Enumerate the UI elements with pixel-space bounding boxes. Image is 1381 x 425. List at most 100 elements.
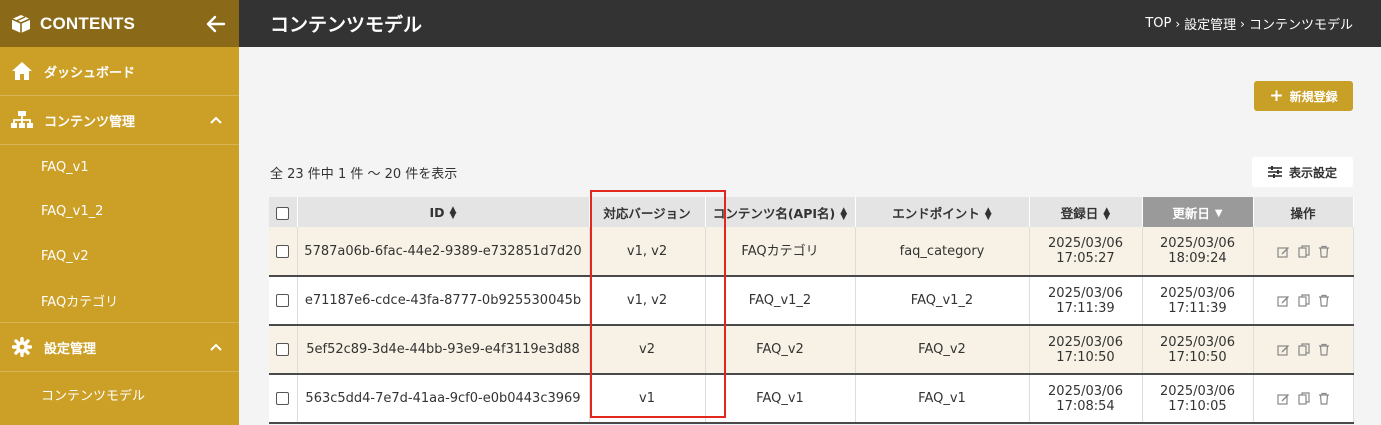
copy-icon[interactable] (1297, 294, 1310, 307)
sort-icon: ▲ ▼ (449, 205, 457, 221)
cell-created: 2025/03/06 17:08:54 (1029, 374, 1143, 424)
sidebar-item-settings[interactable]: 設定管理 (0, 323, 239, 372)
updated-time: 17:10:50 (1168, 349, 1227, 365)
table-row[interactable]: 5787a06b-6fac-44e2-9389-e732851d7d20 v1, … (269, 227, 1354, 277)
copy-icon[interactable] (1297, 244, 1310, 258)
copy-icon[interactable] (1297, 392, 1310, 405)
sidebar-header: CONTENTS (0, 0, 239, 47)
row-actions (1254, 244, 1353, 258)
cell-name: FAQ_v1_2 (705, 276, 856, 326)
row-select-cell (269, 325, 298, 375)
cell-id: e71187e6-cdce-43fa-8777-0b925530045b (297, 276, 590, 326)
cell-version: v1, v2 (589, 276, 706, 326)
updated-date: 2025/03/06 (1160, 236, 1235, 251)
column-header-name[interactable]: コンテンツ名(API名) ▲ ▼ (705, 197, 856, 227)
column-header-actions: 操作 (1253, 197, 1354, 227)
table-row[interactable]: e71187e6-cdce-43fa-8777-0b925530045b v1, … (269, 276, 1354, 326)
created-date: 2025/03/06 (1048, 334, 1123, 350)
created-time: 17:05:27 (1056, 251, 1115, 266)
cell-updated: 2025/03/06 18:09:24 (1142, 227, 1254, 277)
cell-name: FAQ_v2 (705, 325, 856, 375)
cell-created: 2025/03/06 17:11:39 (1029, 276, 1143, 326)
sidebar-item-faq-v1[interactable]: FAQ_v1 (0, 145, 239, 190)
trash-icon[interactable] (1318, 294, 1330, 307)
sort-icon: ▲ ▼ (1103, 206, 1111, 222)
sidebar-item-content-model[interactable]: コンテンツモデル (0, 372, 239, 417)
trash-icon[interactable] (1318, 392, 1330, 405)
row-checkbox[interactable] (276, 343, 290, 356)
column-header-created[interactable]: 登録日 ▲ ▼ (1029, 197, 1143, 227)
content-model-table: ID ▲ ▼ 対応バージョン コンテンツ名(API名) ▲ ▼ エンドポイント ▲ ▼ 登録… (269, 197, 1354, 424)
updated-time: 18:09:24 (1168, 251, 1227, 266)
sliders-icon (1267, 166, 1282, 178)
trash-icon[interactable] (1318, 343, 1330, 356)
gear-icon (10, 336, 34, 358)
cell-created: 2025/03/06 17:10:50 (1029, 325, 1143, 375)
breadcrumb: TOP › 設定管理 › コンテンツモデル (1145, 14, 1353, 33)
cell-updated: 2025/03/06 17:10:50 (1142, 325, 1254, 375)
updated-date: 2025/03/06 (1160, 334, 1235, 350)
app-title: CONTENTS (40, 13, 136, 33)
chevron-up-icon[interactable] (209, 113, 223, 127)
table-row[interactable]: 563c5dd4-7e7d-41aa-9cf0-e0b0443c3969 v1 FA… (269, 374, 1354, 424)
breadcrumb-top[interactable]: TOP (1145, 16, 1171, 31)
edit-icon[interactable] (1276, 392, 1290, 405)
edit-icon[interactable] (1276, 343, 1290, 356)
sidebar-item-dashboard[interactable]: ダッシュボード (0, 47, 239, 96)
cell-actions (1253, 325, 1354, 375)
created-time: 17:08:54 (1056, 398, 1115, 414)
breadcrumb-separator: › (1175, 16, 1181, 31)
row-checkbox[interactable] (276, 392, 290, 405)
cell-endpoint: FAQ_v1 (855, 374, 1030, 424)
column-label: 操作 (1290, 205, 1316, 221)
new-register-button[interactable]: + 新規登録 (1254, 81, 1353, 111)
row-checkbox[interactable] (276, 244, 290, 258)
home-icon (10, 60, 34, 82)
header-bar: コンテンツモデル TOP › 設定管理 › コンテンツモデル (239, 0, 1381, 47)
trash-icon[interactable] (1318, 245, 1330, 258)
display-settings-label: 表示設定 (1288, 165, 1337, 180)
chevron-up-icon[interactable] (209, 340, 223, 354)
edit-icon[interactable] (1276, 294, 1290, 307)
column-header-endpoint[interactable]: エンドポイント ▲ ▼ (855, 197, 1030, 227)
updated-time: 17:11:39 (1168, 300, 1227, 316)
arrow-left-icon[interactable] (203, 11, 229, 37)
cell-name: FAQカテゴリ (705, 227, 856, 277)
sidebar-item-faq-v1-2[interactable]: FAQ_v1_2 (0, 190, 239, 235)
select-all-checkbox[interactable] (276, 206, 290, 220)
sort-icon: ▲ ▼ (840, 206, 848, 222)
column-label: エンドポイント (892, 205, 980, 221)
row-checkbox[interactable] (276, 294, 290, 307)
copy-icon[interactable] (1297, 343, 1310, 356)
breadcrumb-settings[interactable]: 設定管理 (1184, 14, 1236, 33)
column-label: ID (429, 204, 445, 220)
row-select-cell (269, 276, 298, 326)
sidebar-item-contents[interactable]: コンテンツ管理 (0, 96, 239, 145)
sidebar-item-label: コンテンツ管理 (44, 114, 136, 130)
cell-actions (1253, 374, 1354, 424)
column-header-id[interactable]: ID ▲ ▼ (297, 197, 590, 227)
sitemap-icon (10, 109, 34, 131)
sidebar-item-label: 設定管理 (44, 341, 97, 357)
column-label: 登録日 (1060, 205, 1099, 221)
sort-icon: ▲ ▼ (984, 206, 992, 222)
updated-date: 2025/03/06 (1160, 383, 1235, 399)
cell-actions (1253, 276, 1354, 326)
updated-time: 17:10:05 (1168, 398, 1227, 414)
caret-down-icon: ▼ (1214, 208, 1223, 219)
cell-endpoint: FAQ_v2 (855, 325, 1030, 375)
cell-version: v1 (589, 374, 706, 424)
cell-created: 2025/03/06 17:05:27 (1029, 227, 1143, 277)
select-all-cell (269, 197, 298, 227)
row-actions (1254, 343, 1353, 356)
sidebar-item-faq-category[interactable]: FAQカテゴリ (0, 279, 239, 323)
cell-updated: 2025/03/06 17:11:39 (1142, 276, 1254, 326)
table-row[interactable]: 5ef52c89-3d4e-44bb-93e9-e4f3119e3d88 v2 FA… (269, 325, 1354, 375)
sidebar-item-faq-v2[interactable]: FAQ_v2 (0, 234, 239, 279)
row-select-cell (269, 374, 298, 424)
plus-icon: + (1269, 85, 1284, 106)
column-header-updated[interactable]: 更新日 ▼ (1142, 197, 1254, 227)
edit-icon[interactable] (1276, 245, 1290, 258)
cell-id: 5787a06b-6fac-44e2-9389-e732851d7d20 (297, 227, 590, 277)
display-settings-button[interactable]: 表示設定 (1252, 157, 1353, 187)
